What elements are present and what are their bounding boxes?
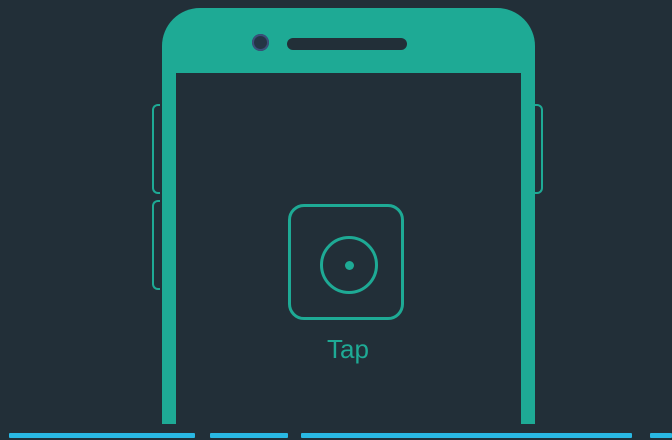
tap-ring (320, 236, 378, 294)
phone-power-button (535, 104, 543, 194)
progress-segment-2 (210, 433, 288, 438)
phone-volume-down-button (152, 200, 160, 290)
tap-label: Tap (327, 334, 369, 364)
progress-segment-1 (9, 433, 195, 438)
phone-camera-icon (252, 34, 269, 51)
tap-target-icon[interactable] (288, 204, 404, 320)
progress-segment-3 (301, 433, 632, 438)
progress-segment-4 (650, 433, 672, 438)
tap-dot (345, 261, 354, 270)
phone-volume-up-button (152, 104, 160, 194)
phone-speaker (287, 38, 407, 50)
tutorial-stage: Tap (0, 0, 672, 440)
